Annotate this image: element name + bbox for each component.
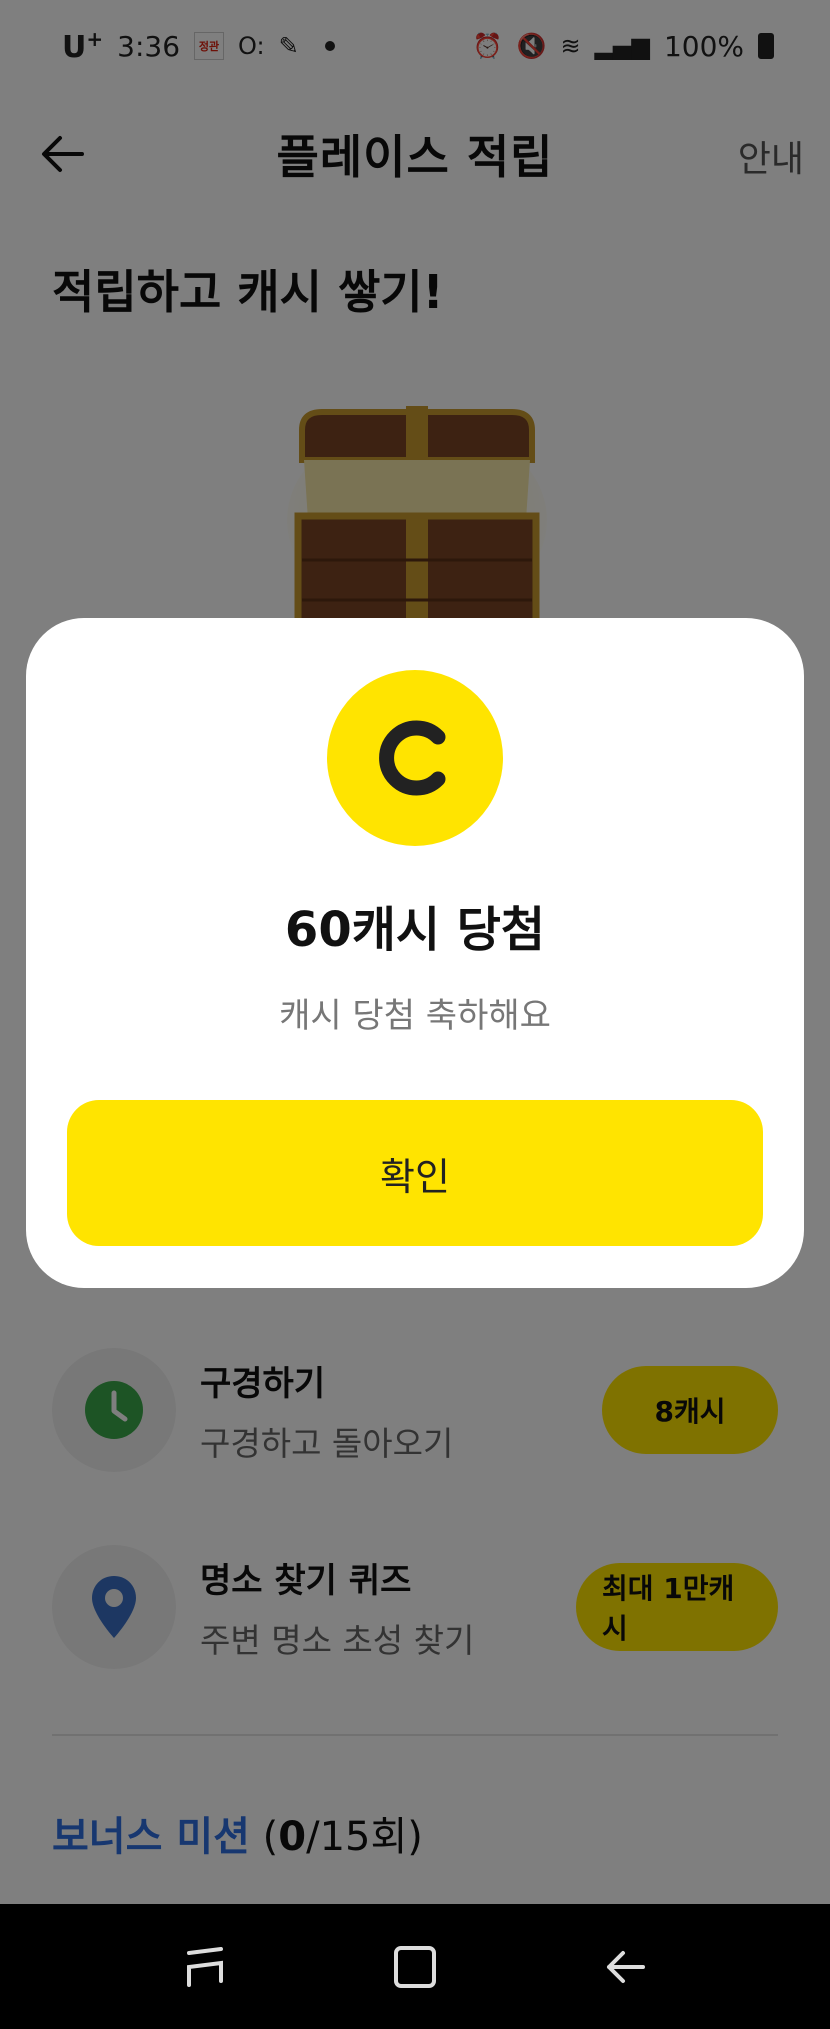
modal-subtitle: 캐시 당첨 축하해요 xyxy=(279,996,551,1036)
coin-letter-c-icon xyxy=(379,720,446,796)
system-nav-bar xyxy=(0,1904,830,2029)
recent-apps-button[interactable] xyxy=(170,1932,240,2002)
confirm-button[interactable]: 확인 xyxy=(67,1100,763,1246)
home-icon xyxy=(394,1945,436,1988)
back-nav-icon xyxy=(607,1950,645,1983)
recent-apps-icon xyxy=(187,1946,223,1987)
home-button[interactable] xyxy=(380,1932,450,2002)
reward-modal: 60캐시 당첨 캐시 당첨 축하해요 확인 xyxy=(26,618,804,1288)
screen: U+ 3:36 정관 O: ✎ ⏰ 🔇 ≋ ▂▄▆ 100% 플레이스 적립 안… xyxy=(0,0,830,2029)
back-button[interactable] xyxy=(590,1932,660,2002)
modal-title: 60캐시 당첨 xyxy=(284,902,546,958)
cash-coin-icon xyxy=(327,670,503,846)
